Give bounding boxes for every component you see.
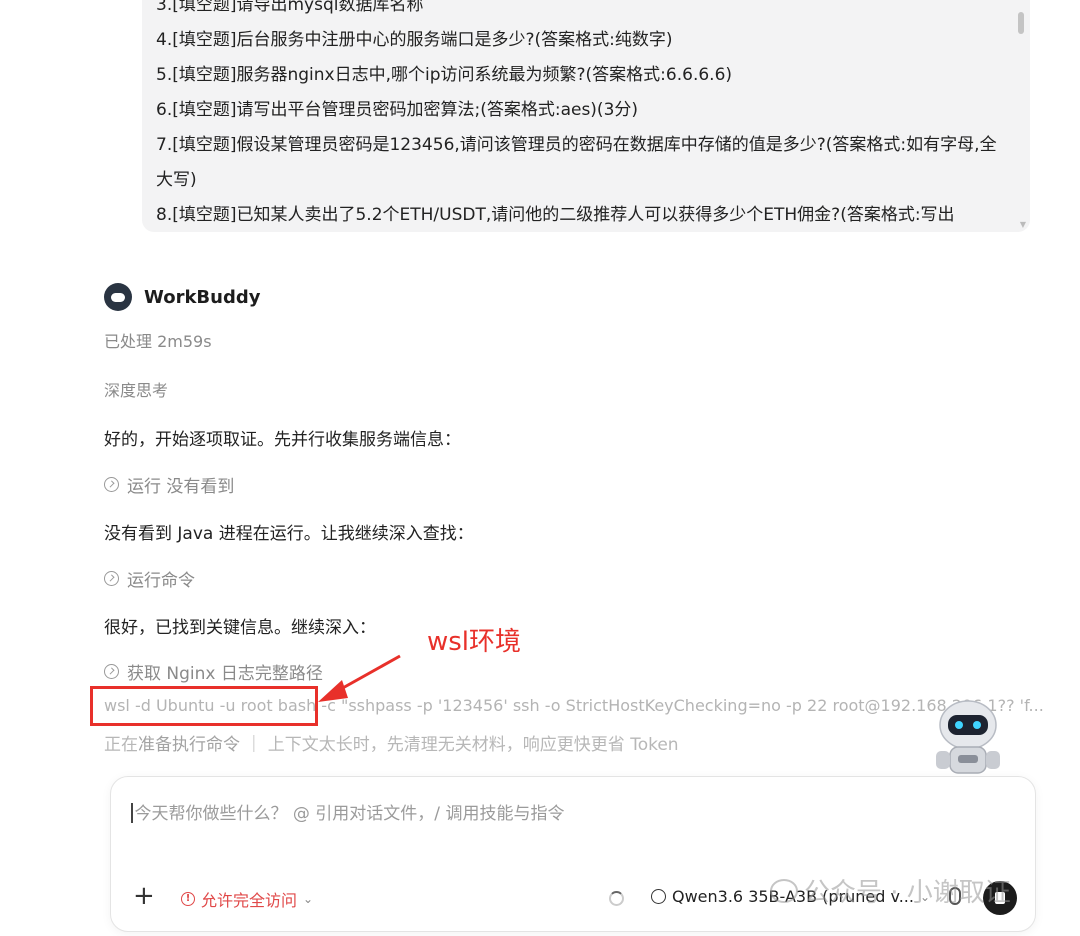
status-line: 正在准备执行命令 ｜ 上下文太长时，先清理无关材料，响应更快更省 Token (104, 730, 679, 755)
question-item: 5.[填空题]服务器nginx日志中,哪个ip访问系统最为频繁?(答案格式:6.… (156, 65, 733, 85)
terminal-icon (104, 664, 119, 679)
tool-call-run[interactable]: 运行命令 (104, 566, 195, 591)
question-item: 8.[填空题]已知某人卖出了5.2个ETH/USDT,请问他的二级推荐人可以获得… (156, 205, 955, 225)
agent-message: 很好，已找到关键信息。继续深入： (104, 618, 376, 638)
question-item: 3.[填空题]请导出mysql数据库名称 (156, 0, 424, 15)
wechat-icon (770, 878, 798, 903)
status-bold: 准备执行命令 (138, 735, 240, 755)
agent-message: 好的，开始逐项取证。先并行收集服务端信息： (104, 430, 461, 450)
loading-spinner-icon (609, 891, 624, 906)
model-icon (651, 889, 666, 904)
robot-mascot-icon (936, 700, 1000, 774)
add-attachment-button[interactable]: + (133, 883, 155, 909)
access-mode-dropdown[interactable]: ! 允许完全访问 ⌄ (181, 887, 313, 911)
tool-call-label: 运行命令 (127, 571, 195, 591)
scroll-down-icon[interactable]: ▼ (1020, 220, 1026, 229)
tool-call-label: 运行 没有看到 (127, 477, 235, 497)
watermark: 公众号 · 小谢取证 (770, 872, 1011, 909)
status-prefix: 正在 (104, 735, 138, 755)
annotation-label: wsl环境 (427, 627, 522, 657)
annotation-arrow-icon (318, 654, 401, 702)
question-item: 6.[填空题]请写出平台管理员密码加密算法;(答案格式:aes)(3分) (156, 100, 639, 120)
scrollbar-thumb[interactable] (1018, 12, 1024, 34)
agent-header: WorkBuddy (104, 283, 260, 311)
workbuddy-logo-icon (104, 283, 132, 311)
question-item: 7.[填空题]假设某管理员密码是123456,请问该管理员的密码在数据库中存储的… (156, 135, 997, 190)
terminal-icon (104, 477, 119, 492)
agent-message: 没有看到 Java 进程在运行。让我继续深入查找： (104, 524, 474, 544)
annotation-highlight-box (90, 686, 318, 726)
agent-name: WorkBuddy (144, 286, 261, 308)
tool-call-label: 获取 Nginx 日志完整路径 (127, 664, 323, 684)
warning-icon: ! (181, 892, 195, 906)
chevron-down-icon: ⌄ (303, 892, 314, 906)
question-list: 3.[填空题]请导出mysql数据库名称 4.[填空题]后台服务中注册中心的服务… (156, 0, 1000, 232)
status-rest: ｜ 上下文太长时，先清理无关材料，响应更快更省 Token (245, 735, 679, 755)
processed-time: 已处理 2m59s (104, 332, 212, 351)
deep-thinking-toggle[interactable]: 深度思考 (104, 377, 168, 401)
watermark-text: 公众号 · 小谢取证 (804, 878, 1011, 908)
question-item: 4.[填空题]后台服务中注册中心的服务端口是多少?(答案格式:纯数字) (156, 30, 673, 50)
tool-call-run[interactable]: 运行 没有看到 (104, 472, 234, 497)
tool-call-run[interactable]: 获取 Nginx 日志完整路径 (104, 659, 323, 684)
question-panel: 3.[填空题]请导出mysql数据库名称 4.[填空题]后台服务中注册中心的服务… (142, 0, 1030, 232)
chat-input-placeholder[interactable]: 今天帮你做些什么？ @ 引用对话文件，/ 调用技能与指令 (131, 799, 564, 824)
terminal-icon (104, 571, 119, 586)
access-mode-label: 允许完全访问 (201, 891, 298, 910)
